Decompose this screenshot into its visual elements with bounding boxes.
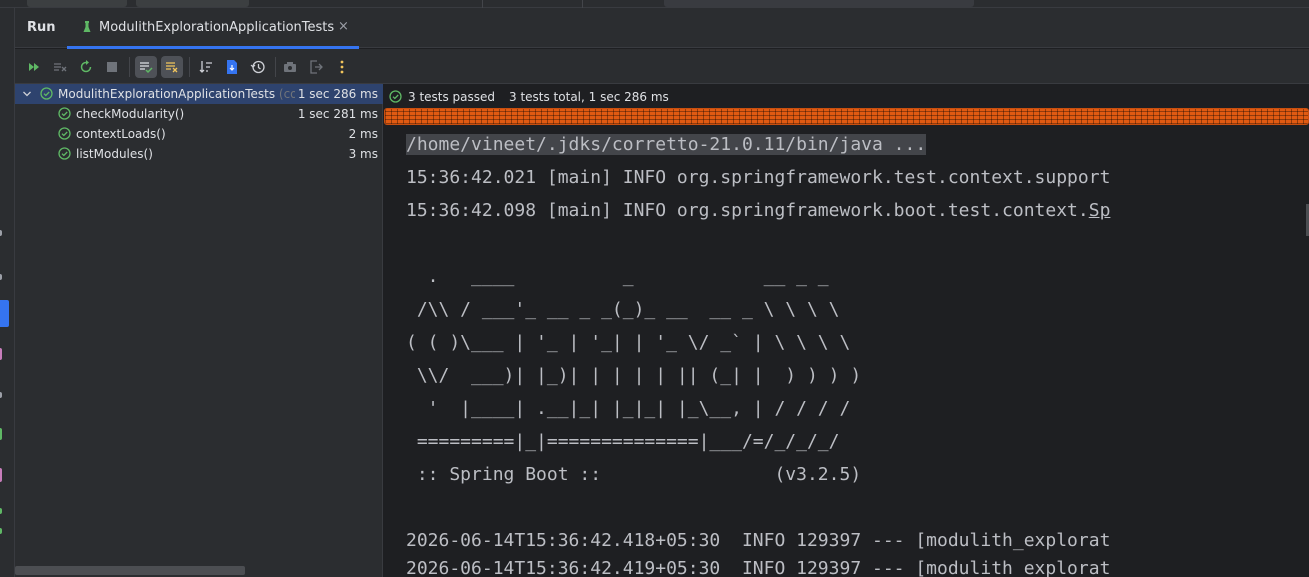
console-command-line[interactable]: /home/vineet/.jdks/corretto-21.0.11/bin/… <box>406 134 927 155</box>
top-divider <box>582 0 583 8</box>
close-icon[interactable]: × <box>338 19 349 34</box>
top-strip <box>0 0 1309 8</box>
sort-button[interactable] <box>195 56 217 78</box>
rerun-failed-icon <box>29 63 39 71</box>
banner-line: ' |____| .__|_| |_|_| |_\__, | / / / / <box>406 398 851 419</box>
history-icon <box>250 60 265 74</box>
tool-marker[interactable] <box>0 428 2 440</box>
test-passed-icon <box>58 107 71 120</box>
top-tab-segment[interactable] <box>136 0 249 7</box>
banner-line: /\\ / ___'_ __ _ _(_)_ __ __ _ \ \ \ \ <box>406 299 840 320</box>
show-ignored-toggle[interactable] <box>161 56 183 78</box>
stop-button[interactable] <box>101 56 123 78</box>
test-status-bar: 3 tests passed 3 tests total, 1 sec 286 … <box>384 84 1309 108</box>
screenshot-icon <box>284 62 296 72</box>
top-scroll-thumb[interactable] <box>664 0 974 7</box>
tool-marker[interactable] <box>0 508 2 514</box>
tests-passed-text: 3 tests passed <box>408 90 496 104</box>
top-divider <box>482 0 483 8</box>
rerun-button[interactable] <box>75 56 97 78</box>
tree-test-row[interactable]: contextLoads() 2 ms <box>15 124 383 144</box>
tests-total-text: 3 tests total, 1 sec 286 ms <box>509 90 669 104</box>
show-passed-toggle[interactable] <box>135 56 157 78</box>
tree-test-name: contextLoads() <box>76 127 166 141</box>
show-ignored-icon <box>166 62 178 73</box>
tree-root-name: ModulithExplorationApplicationTests (com <box>58 87 309 101</box>
tree-root-row[interactable]: ModulithExplorationApplicationTests (com… <box>15 84 383 104</box>
console-panel: 3 tests passed 3 tests total, 1 sec 286 … <box>384 84 1309 577</box>
run-toolbar <box>15 49 1309 84</box>
export-button[interactable] <box>305 56 327 78</box>
tree-test-duration: 1 sec 281 ms <box>297 107 378 121</box>
tool-marker[interactable] <box>0 230 2 236</box>
tree-horizontal-scrollbar[interactable] <box>15 566 245 575</box>
import-tests-icon <box>227 60 237 74</box>
tool-marker[interactable] <box>0 528 2 534</box>
import-tests-button[interactable] <box>221 56 243 78</box>
stop-rerun-icon <box>54 63 67 72</box>
banner-line: \\/ ___)| |_)| | | | | || (_| | ) ) ) ) <box>406 365 862 386</box>
tree-test-row[interactable]: checkModularity() 1 sec 281 ms <box>15 104 383 124</box>
test-progress-fill <box>385 109 1308 124</box>
tab-modulith-tests[interactable]: ModulithExplorationApplicationTests × <box>67 8 359 49</box>
rerun-failed-button[interactable] <box>23 56 45 78</box>
more-icon <box>340 60 344 74</box>
tree-root-duration: 1 sec 286 ms <box>294 87 378 101</box>
sort-icon <box>199 61 212 73</box>
tree-test-row[interactable]: listModules() 3 ms <box>15 144 383 164</box>
console-line: /home/vineet/.jdks/corretto-21.0.11/bin/… <box>406 128 927 161</box>
console-line: 2026-06-14T15:36:42.419+05:30 INFO 12939… <box>406 558 1111 577</box>
test-passed-icon <box>40 87 53 100</box>
rerun-icon <box>80 60 92 73</box>
tab-title: ModulithExplorationApplicationTests <box>99 20 335 35</box>
toolbar-separator <box>129 57 130 77</box>
tree-test-name: listModules() <box>76 147 153 161</box>
banner-line: ( ( )\___ | '_ | '_| | '_ \/ _` | \ \ \ … <box>406 332 851 353</box>
test-results-tree: ModulithExplorationApplicationTests (com… <box>15 84 383 577</box>
top-tab-segment[interactable] <box>27 0 127 7</box>
history-button[interactable] <box>247 56 269 78</box>
screenshot-button[interactable] <box>279 56 301 78</box>
run-tool-title: Run <box>27 20 56 35</box>
test-passed-icon <box>389 90 402 103</box>
banner-line: :: Spring Boot :: (v3.2.5) <box>406 464 862 485</box>
run-header: Run ModulithExplorationApplicationTests … <box>15 8 1309 49</box>
tool-marker[interactable] <box>0 348 2 360</box>
test-progress-bar <box>384 108 1309 125</box>
stop-rerun-button[interactable] <box>49 56 71 78</box>
banner-line: =========|_|==============|___/=/_/_/_/ <box>406 431 840 452</box>
test-flask-icon <box>83 21 91 32</box>
tool-marker[interactable] <box>0 274 2 280</box>
export-icon <box>310 60 323 74</box>
toolbar-separator <box>275 57 276 77</box>
tree-test-name: checkModularity() <box>76 107 185 121</box>
console-line: 15:36:42.021 [main] INFO org.springframe… <box>406 167 1111 188</box>
tool-marker[interactable] <box>0 468 2 482</box>
tree-test-duration: 3 ms <box>348 147 378 161</box>
tree-test-duration: 2 ms <box>348 127 378 141</box>
toolbar-separator <box>189 57 190 77</box>
active-tool-marker[interactable] <box>0 300 9 327</box>
test-passed-icon <box>58 127 71 140</box>
console-link[interactable]: Sp <box>1089 200 1111 221</box>
chevron-down-icon[interactable] <box>21 88 33 100</box>
console-line: 15:36:42.098 [main] INFO org.springframe… <box>406 200 1111 221</box>
test-passed-icon <box>58 147 71 160</box>
stop-icon <box>107 62 117 72</box>
tool-marker[interactable] <box>0 392 2 398</box>
left-tool-strip <box>0 8 15 577</box>
banner-line: . ____ _ __ _ _ <box>406 266 829 287</box>
more-options-button[interactable] <box>331 56 353 78</box>
show-passed-icon <box>140 62 153 74</box>
